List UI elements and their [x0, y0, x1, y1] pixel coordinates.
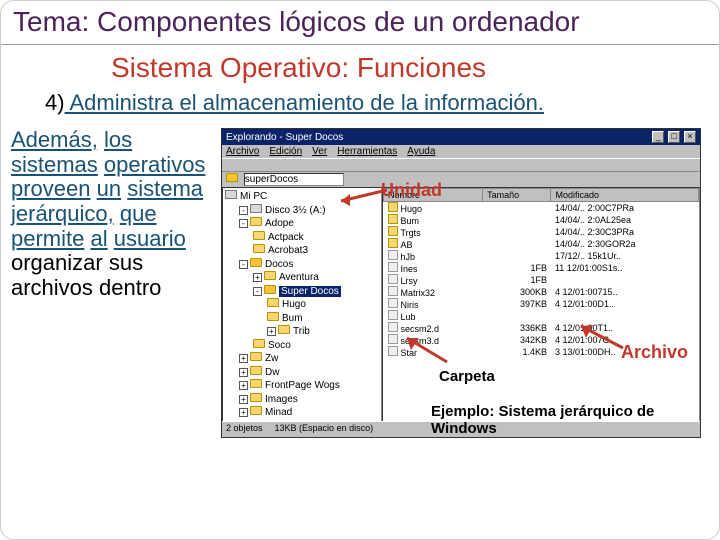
address-bar: [222, 172, 700, 187]
menu-item[interactable]: Ver: [312, 146, 327, 157]
title-bar: Explorando - Super Docos _ □ ×: [222, 129, 700, 145]
menu-item[interactable]: Herramientas: [337, 146, 397, 157]
toolbar: [222, 158, 700, 172]
tree-node[interactable]: +Dw: [225, 366, 379, 380]
tree-node[interactable]: +Minad: [225, 406, 379, 420]
tree-node[interactable]: Acrobat3: [225, 244, 379, 258]
panes: Mi PC-Disco 3½ (A:)-AdopeActpackAcrobat3…: [222, 187, 700, 425]
table-row[interactable]: secsm2.d336KB4 12/01:00T1..: [384, 322, 699, 334]
paragraph: Además, los sistemas operativos proveen …: [11, 128, 221, 472]
explorer-window: Explorando - Super Docos _ □ × Archivo Ed…: [221, 128, 701, 438]
paragraph-word: los: [104, 127, 132, 152]
address-input[interactable]: [244, 173, 344, 186]
tree-node[interactable]: +FrontPage Wogs: [225, 379, 379, 393]
tree-node[interactable]: -Adope: [225, 217, 379, 231]
window-title: Explorando - Super Docos: [226, 132, 343, 143]
paragraph-word: que: [120, 201, 157, 226]
paragraph-word: sistema: [127, 176, 203, 201]
bullet-text: Administra el almacenamiento de la infor…: [69, 90, 543, 115]
tree-node[interactable]: -Disco 3½ (A:): [225, 204, 379, 218]
minimize-icon[interactable]: _: [652, 131, 664, 143]
screenshot-area: Explorando - Super Docos _ □ × Archivo Ed…: [221, 128, 715, 472]
table-row[interactable]: Ines1FB11 12/01:00S1s..: [384, 262, 699, 274]
tree-node[interactable]: Bum: [225, 312, 379, 326]
paragraph-word: un: [97, 176, 121, 201]
slide-topic: Tema: Componentes lógicos de un ordenado…: [1, 1, 719, 45]
tree-node[interactable]: Actpack: [225, 231, 379, 245]
annotation-carpeta: Carpeta: [439, 368, 495, 385]
close-icon[interactable]: ×: [684, 131, 696, 143]
table-row[interactable]: Matrix32300KB4 12/01:00715..: [384, 286, 699, 298]
tree-node[interactable]: -Super Docos: [225, 285, 379, 299]
window-buttons: _ □ ×: [651, 131, 696, 143]
tree-node[interactable]: Mi PC: [225, 190, 379, 204]
table-row[interactable]: Niris397KB4 12/01:00D1..: [384, 298, 699, 310]
table-row[interactable]: hJb17/12/.. 15k1Ur..: [384, 250, 699, 262]
slide-subtitle: Sistema Operativo: Funciones: [1, 45, 719, 86]
tree-node[interactable]: Hugo: [225, 298, 379, 312]
content-area: Además, los sistemas operativos proveen …: [1, 122, 719, 472]
status-segment: 13KB (Espacio en disco): [275, 423, 374, 436]
paragraph-word: usuario: [114, 226, 186, 251]
menu-item[interactable]: Archivo: [226, 146, 259, 157]
table-row[interactable]: Bum14/04/.. 2:0AL25ea: [384, 214, 699, 226]
folder-icon: [226, 173, 238, 182]
table-row[interactable]: Lub: [384, 310, 699, 322]
paragraph-word: sistemas: [11, 152, 98, 177]
tree-node[interactable]: -Docos: [225, 258, 379, 272]
tree-node[interactable]: Soco: [225, 339, 379, 353]
column-header[interactable]: Tamaño: [483, 189, 551, 202]
table-row[interactable]: Trgts14/04/.. 2:30C3PRa: [384, 226, 699, 238]
bullet-line: 4) Administra el almacenamiento de la in…: [1, 86, 719, 122]
maximize-icon[interactable]: □: [668, 131, 680, 143]
menu-bar: Archivo Edición Ver Herramientas Ayuda: [222, 145, 700, 158]
paragraph-word: Además,: [11, 127, 98, 152]
folder-tree[interactable]: Mi PC-Disco 3½ (A:)-AdopeActpackAcrobat3…: [222, 187, 382, 425]
table-row[interactable]: Hugo14/04/.. 2:00C7PRa: [384, 202, 699, 215]
tree-node[interactable]: +Aventura: [225, 271, 379, 285]
paragraph-word: operativos: [104, 152, 206, 177]
annotation-archivo: Archivo: [621, 342, 688, 363]
paragraph-word: al: [90, 226, 107, 251]
table-row[interactable]: AB14/04/.. 2:30GOR2a: [384, 238, 699, 250]
status-segment: 2 objetos: [226, 423, 263, 436]
tree-node[interactable]: +Zw: [225, 352, 379, 366]
menu-item[interactable]: Edición: [269, 146, 302, 157]
paragraph-tail: organizar sus archivos dentro: [11, 250, 161, 300]
menu-item[interactable]: Ayuda: [407, 146, 435, 157]
tree-node[interactable]: +Trib: [225, 325, 379, 339]
caption-text: Ejemplo: Sistema jerárquico de Windows: [431, 404, 701, 437]
annotation-unidad: Unidad: [381, 180, 442, 201]
tree-node[interactable]: +Images: [225, 393, 379, 407]
paragraph-word: permite: [11, 226, 84, 251]
bullet-number: 4): [45, 90, 65, 116]
paragraph-word: proveen: [11, 176, 91, 201]
file-list[interactable]: NombreTamañoModificado Hugo14/04/.. 2:00…: [382, 187, 700, 425]
paragraph-word: jerárquico,: [11, 201, 114, 226]
table-row[interactable]: Lrsy1FB: [384, 274, 699, 286]
column-header[interactable]: Modificado: [551, 189, 699, 202]
